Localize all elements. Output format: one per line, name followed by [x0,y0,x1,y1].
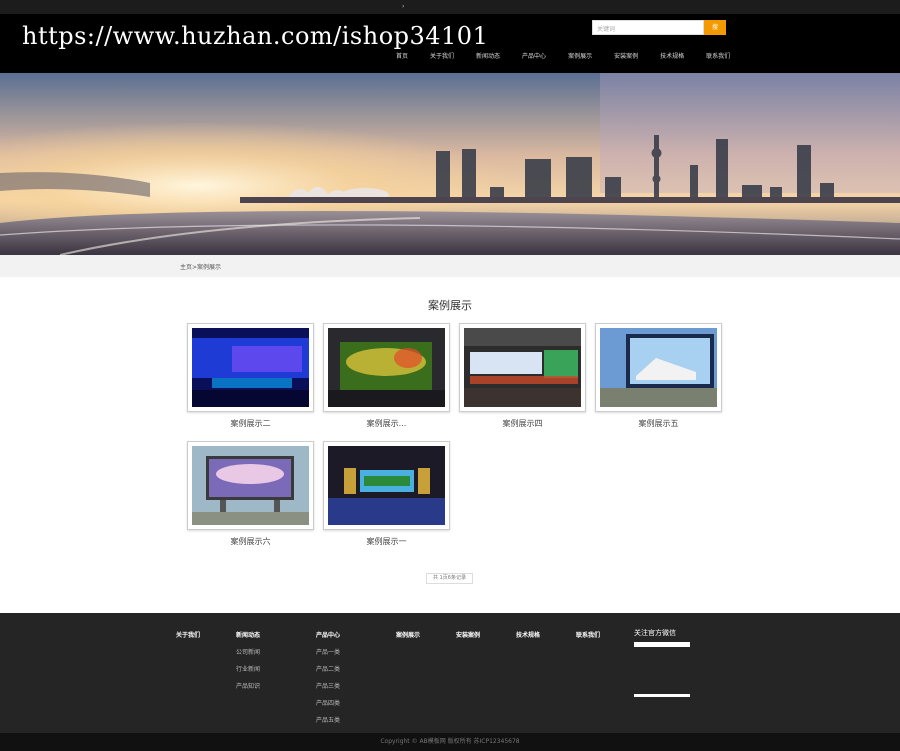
search-button[interactable]: 搜 [704,20,726,35]
footer-column: 产品中心 产品一类 产品二类 产品三类 产品四类 产品五类 [316,630,340,732]
footer-column: 关于我们 [176,630,200,647]
footer-link[interactable]: 产品四类 [316,698,340,707]
header: https://www.huzhan.com/ishop34101 关键词 搜 … [0,14,900,73]
footer-column-title[interactable]: 安装案例 [456,630,480,639]
case-card[interactable]: 案例展示五 [595,323,722,429]
footer-link[interactable]: 产品一类 [316,647,340,656]
case-image-frame[interactable] [323,323,450,412]
footer-column-title[interactable]: 产品中心 [316,630,340,639]
footer-column-title[interactable]: 新闻动态 [236,630,260,639]
case-image-frame[interactable] [595,323,722,412]
footer-column-title[interactable]: 联系我们 [576,630,600,639]
search-input[interactable]: 关键词 [592,20,704,35]
case-card[interactable]: 案例展示... [323,323,450,429]
pagination-info: 共 1页6条记录 [426,573,473,584]
case-caption[interactable]: 案例展示二 [187,418,314,429]
nav-item-about[interactable]: 关于我们 [430,51,454,61]
footer-link[interactable]: 公司新闻 [236,647,260,656]
follow-wechat-title: 关注官方微信 [634,629,676,637]
footer: 关于我们 新闻动态 公司新闻 行业新闻 产品知识 产品中心 产品一类 产品二类 … [0,613,900,733]
top-strip: › [0,0,900,14]
nav-item-install[interactable]: 安装案例 [614,51,638,61]
case-card[interactable]: 案例展示四 [459,323,586,429]
main-nav: 首页 关于我们 新闻动态 产品中心 案例展示 安装案例 技术规格 联系我们 [396,51,752,61]
qr-divider [634,694,690,697]
footer-column: 安装案例 [456,630,480,647]
section-title: 案例展示 [428,299,472,312]
nav-item-tech[interactable]: 技术规格 [660,51,684,61]
top-strip-icon: › [402,3,405,10]
nav-item-cases[interactable]: 案例展示 [568,51,592,61]
case-image [328,446,445,525]
case-image [464,328,581,407]
footer-link[interactable]: 产品三类 [316,681,340,690]
nav-item-home[interactable]: 首页 [396,51,408,61]
footer-link[interactable]: 产品二类 [316,664,340,673]
case-caption[interactable]: 案例展示一 [323,536,450,547]
case-card[interactable]: 案例展示二 [187,323,314,429]
case-image [192,328,309,407]
city-skyline-image [0,73,900,255]
footer-link[interactable]: 行业新闻 [236,664,260,673]
case-caption[interactable]: 案例展示六 [187,536,314,547]
case-image [600,328,717,407]
case-caption[interactable]: 案例展示四 [459,418,586,429]
footer-column-title[interactable]: 技术规格 [516,630,540,639]
footer-link[interactable]: 产品知识 [236,681,260,690]
breadcrumb-bar: 主页>案例展示 [0,255,900,277]
footer-column: 联系我们 [576,630,600,647]
case-image-frame[interactable] [187,441,314,530]
search-box: 关键词 搜 [592,20,726,35]
footer-column: 技术规格 [516,630,540,647]
case-image [192,446,309,525]
watermark-text: https://www.huzhan.com/ishop34101 [22,22,489,50]
nav-item-news[interactable]: 新闻动态 [476,51,500,61]
case-image-frame[interactable] [323,441,450,530]
footer-column-title[interactable]: 关于我们 [176,630,200,639]
case-card[interactable]: 案例展示六 [187,441,314,547]
case-card[interactable]: 案例展示一 [323,441,450,547]
nav-item-products[interactable]: 产品中心 [522,51,546,61]
case-caption[interactable]: 案例展示五 [595,418,722,429]
hero-banner [0,73,900,255]
footer-link[interactable]: 产品五类 [316,715,340,724]
breadcrumb[interactable]: 主页>案例展示 [180,262,221,271]
case-image [328,328,445,407]
copyright: Copyright © AB模板网 版权所有 苏ICP12345678 [0,733,900,751]
qr-code-icon [634,642,690,647]
case-image-frame[interactable] [459,323,586,412]
footer-column: 案例展示 [396,630,420,647]
case-image-frame[interactable] [187,323,314,412]
footer-column: 新闻动态 公司新闻 行业新闻 产品知识 [236,630,260,698]
case-caption[interactable]: 案例展示... [323,418,450,429]
footer-column-title[interactable]: 案例展示 [396,630,420,639]
nav-item-contact[interactable]: 联系我们 [706,51,730,61]
